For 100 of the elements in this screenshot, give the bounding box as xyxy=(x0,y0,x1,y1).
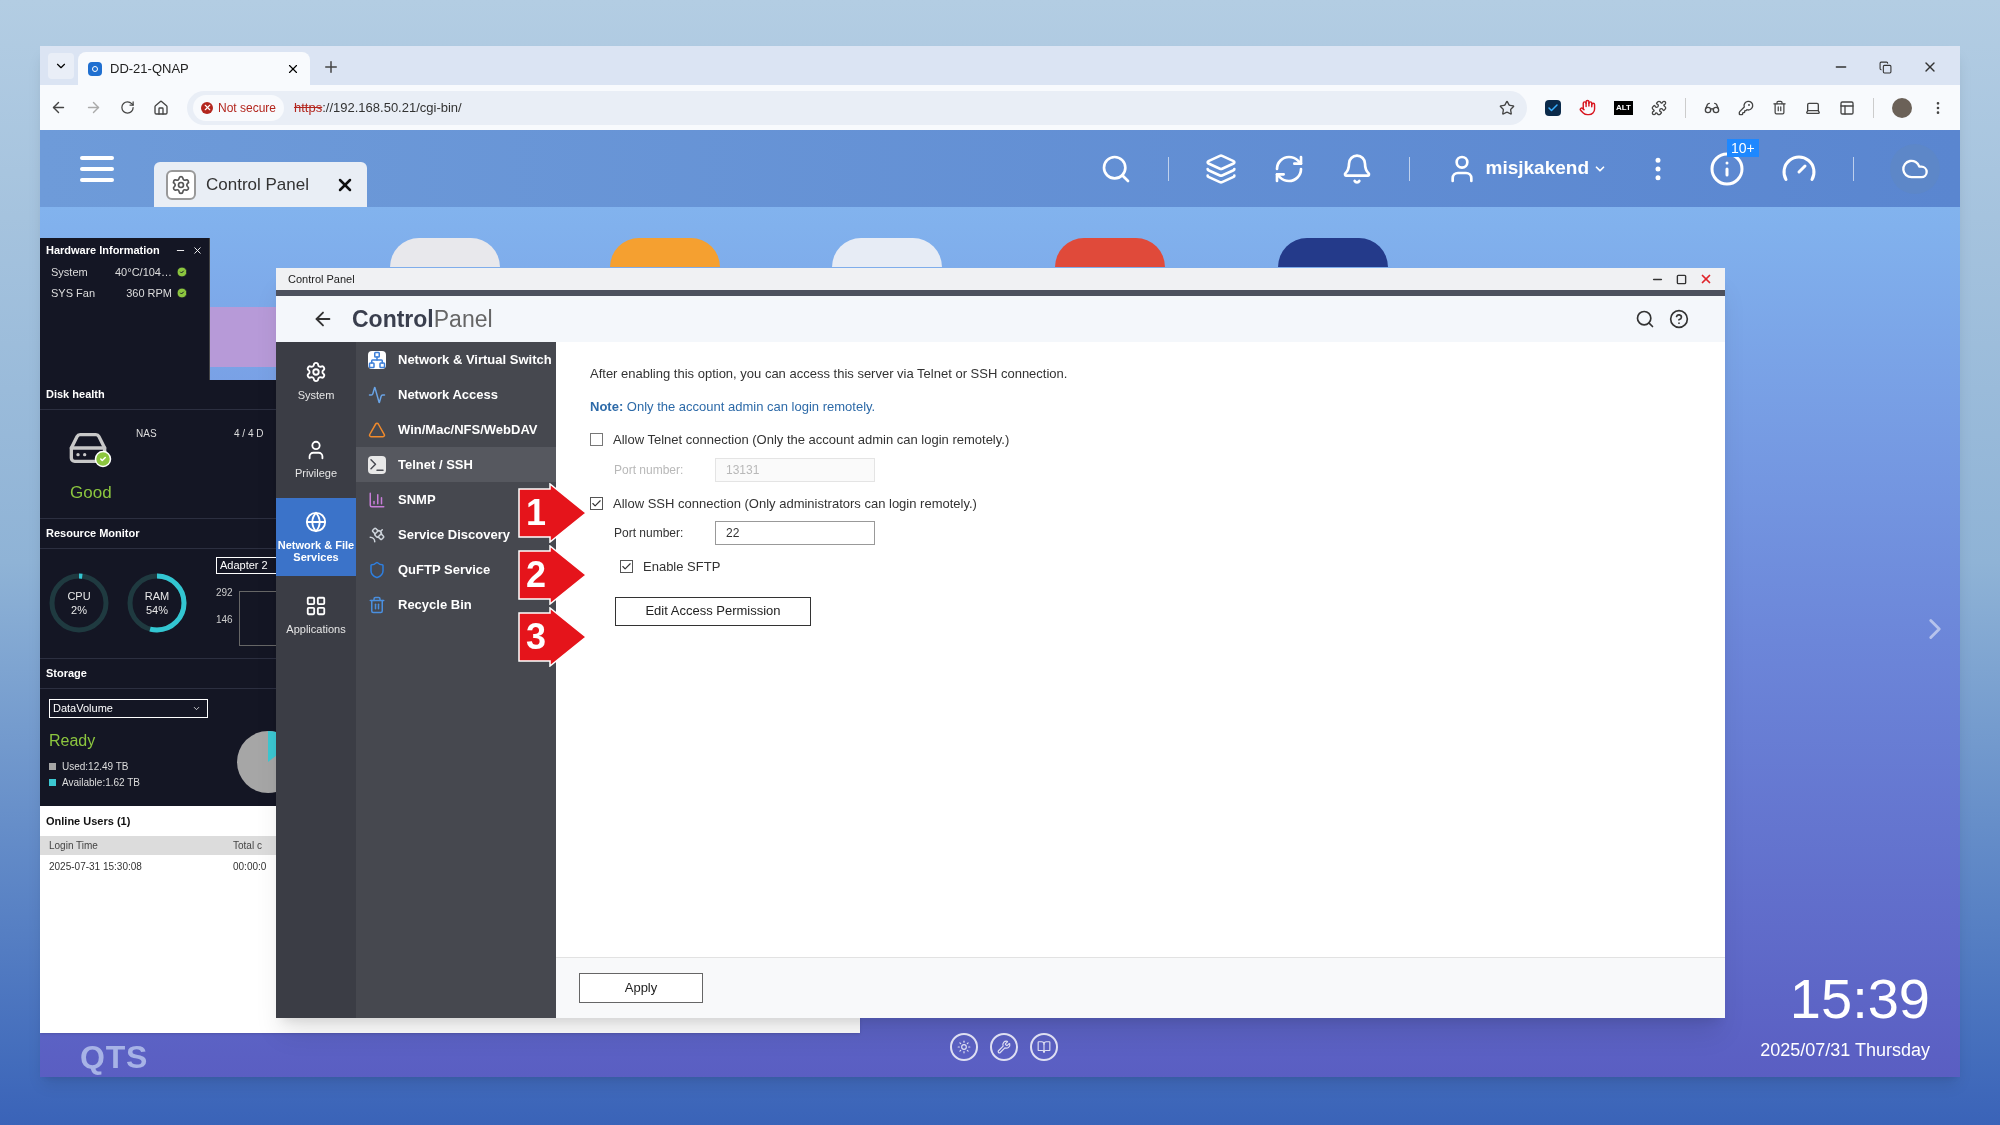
nas-label: NAS xyxy=(136,427,157,441)
category-item[interactable]: Applications xyxy=(276,576,356,654)
panel-heading: ControlPanel xyxy=(352,304,493,334)
port-label: Port number: xyxy=(614,461,685,479)
help-icon[interactable] xyxy=(1669,309,1689,329)
option-label: Allow Telnet connection (Only the account admin can login remotely.) xyxy=(613,431,1010,449)
submenu-item[interactable]: Network Access xyxy=(356,377,502,412)
tab-title: DD-21-QNAP xyxy=(110,59,190,78)
apply-button[interactable]: Apply xyxy=(579,973,703,1003)
volume-select[interactable]: DataVolume xyxy=(49,699,208,718)
globe-icon xyxy=(305,511,327,533)
terminal-icon xyxy=(368,455,386,474)
column-header: Total c xyxy=(233,839,262,853)
table-cell-text: 2025-07-31 15:30:08 xyxy=(48,859,143,874)
extensions-icon[interactable] xyxy=(1650,99,1667,116)
gear-icon xyxy=(166,169,196,200)
submenu-item[interactable]: Telnet / SSH xyxy=(356,447,556,482)
tab-list-button[interactable] xyxy=(48,53,74,79)
sensor-value: 40°C/104… xyxy=(114,264,172,280)
checkbox[interactable] xyxy=(590,433,603,447)
app-tab[interactable]: Control Panel xyxy=(154,162,367,207)
sensor-label: System xyxy=(51,264,89,280)
alt-extension-icon[interactable]: ALT xyxy=(1614,100,1633,115)
port-input[interactable]: 22 xyxy=(715,521,875,545)
trash-icon[interactable] xyxy=(1771,100,1787,115)
stop-hand-icon[interactable] xyxy=(1579,99,1596,116)
checkbox[interactable] xyxy=(620,560,633,574)
maximize-icon[interactable] xyxy=(1676,273,1687,285)
search-icon[interactable] xyxy=(1635,309,1655,329)
widget-title: Disk health xyxy=(46,387,105,403)
step-number: 2 xyxy=(526,554,547,596)
stack-icon[interactable] xyxy=(1204,152,1237,185)
cloud-button[interactable] xyxy=(1890,143,1940,194)
checkbox-extension-icon[interactable] xyxy=(1545,99,1561,116)
clock-time: 15:39 xyxy=(1789,969,1930,1029)
dashboard-icon[interactable] xyxy=(950,1033,978,1061)
disk-count: 4 / 4 D xyxy=(234,427,264,441)
browser-tab[interactable]: DD-21-QNAP xyxy=(78,52,310,85)
new-tab-icon[interactable] xyxy=(322,58,340,76)
checkbox[interactable] xyxy=(590,496,603,510)
wave-icon xyxy=(368,385,386,404)
caret-icon xyxy=(192,704,201,713)
meter-value: 2% xyxy=(71,603,87,617)
app-icon[interactable] xyxy=(1278,238,1388,267)
submenu-item[interactable]: QuFTP Service xyxy=(356,552,495,587)
step-number: 1 xyxy=(526,492,547,534)
url-text: https://192.168.50.21/cgi-bin/ xyxy=(294,98,462,117)
app-tab-label: Control Panel xyxy=(206,173,310,196)
category-item[interactable]: System xyxy=(276,342,356,420)
bookmark-star-icon[interactable] xyxy=(1499,99,1515,116)
notification-badge: 10+ xyxy=(1727,138,1759,157)
category-item[interactable]: Network & File Services xyxy=(276,498,356,576)
close-icon[interactable] xyxy=(192,244,203,256)
submenu-item[interactable]: Service Discovery xyxy=(356,517,515,552)
back-icon[interactable] xyxy=(50,99,67,116)
usage-ring xyxy=(47,571,111,635)
profile-avatar[interactable] xyxy=(1891,97,1912,118)
warning-icon xyxy=(201,101,213,114)
trash-icon xyxy=(368,595,386,614)
submenu-item[interactable]: Win/Mac/NFS/WebDAV xyxy=(356,412,542,447)
edit-access-button[interactable]: Edit Access Permission xyxy=(615,596,811,626)
address-bar[interactable]: Not secure https://192.168.50.21/cgi-bin/ xyxy=(187,90,1527,125)
site-icon xyxy=(88,61,102,76)
book-icon[interactable] xyxy=(1030,1033,1058,1061)
restore-icon[interactable] xyxy=(1879,60,1892,74)
layout-icon[interactable] xyxy=(1838,99,1855,116)
key-icon[interactable] xyxy=(1737,99,1754,116)
shield-icon xyxy=(368,560,386,579)
description-text: After enabling this option, you can access this server via Telnet or SSH connection. xyxy=(590,365,1069,383)
clock-date: 2025/07/31 Thursday xyxy=(1760,1039,1930,1062)
widget-title: Hardware Information xyxy=(46,243,160,258)
ok-icon xyxy=(94,450,112,468)
security-chip[interactable]: Not secure xyxy=(193,94,285,121)
legend-label: Available:1.62 TB xyxy=(62,776,141,790)
meter-label: CPU xyxy=(67,589,91,603)
reload-icon[interactable] xyxy=(120,100,135,115)
grid-icon xyxy=(305,595,327,617)
window-title: Control Panel xyxy=(288,271,356,287)
widget-title: Online Users (1) xyxy=(46,813,131,829)
main-menu-icon[interactable] xyxy=(80,155,114,182)
home-icon[interactable] xyxy=(153,99,169,116)
usage-ring xyxy=(125,571,189,635)
submenu-item[interactable]: SNMP xyxy=(356,482,440,517)
storage-status: Ready xyxy=(49,731,96,751)
gear-icon xyxy=(305,361,327,383)
port-label: Port number: xyxy=(614,525,685,542)
step-number: 3 xyxy=(526,616,547,658)
sensor-value: 360 RPM xyxy=(125,286,172,301)
axis-tick: 292 xyxy=(216,586,233,600)
category-item[interactable]: Privilege xyxy=(276,420,356,498)
bar-chart-icon xyxy=(368,490,386,509)
tools-icon[interactable] xyxy=(990,1033,1018,1061)
option-label: Allow SSH connection (Only administrators can login remotely.) xyxy=(613,494,977,513)
submenu-item[interactable]: Recycle Bin xyxy=(356,587,476,622)
satellite-dish-icon xyxy=(368,525,386,544)
sensor-label: SYS Fan xyxy=(51,286,97,301)
column-header: Login Time xyxy=(48,839,99,853)
submenu-item[interactable]: Network & Virtual Switch xyxy=(356,342,556,377)
pointer-arrow xyxy=(518,607,588,667)
network-icon xyxy=(368,350,386,369)
